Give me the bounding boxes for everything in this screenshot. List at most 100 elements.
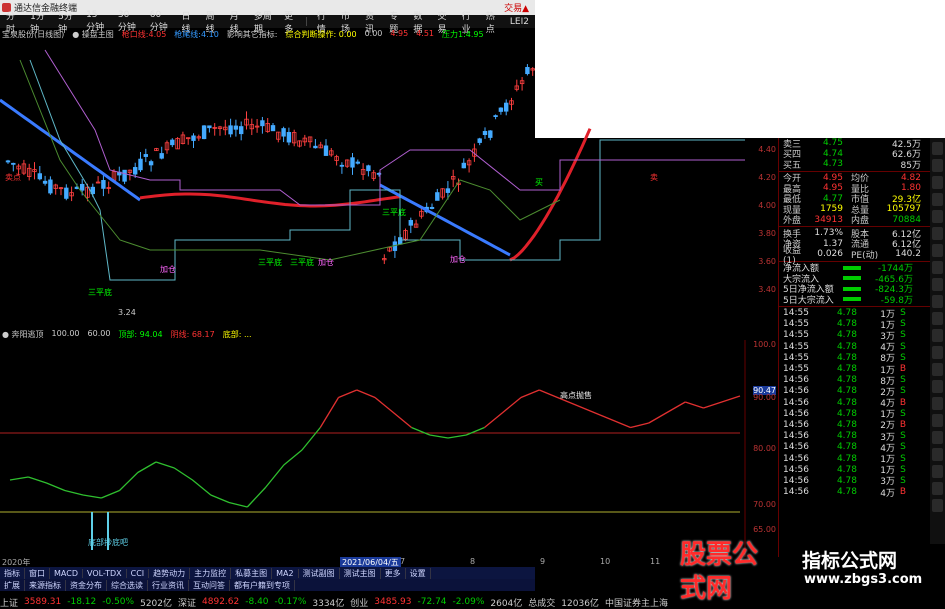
tick-price: 4.78 (836, 487, 857, 498)
tab[interactable]: VOL-TDX (83, 568, 127, 578)
candle-body (355, 161, 360, 164)
toolbar-button[interactable] (932, 227, 943, 240)
flow-bar (843, 265, 861, 270)
tab[interactable]: 测试副图 (299, 567, 340, 579)
toolbar-button[interactable] (932, 431, 943, 444)
quote-row: 收益(1) 0.026 PE(动) 140.2 (779, 246, 930, 266)
quote-value: 4.73 (822, 159, 843, 170)
candle-body (281, 128, 286, 137)
toolbar-button[interactable] (932, 482, 943, 495)
toolbar-button[interactable] (932, 465, 943, 478)
indicator-value: 0.00 (364, 29, 383, 38)
toolbar-button[interactable] (932, 176, 943, 189)
tick-price: 4.78 (836, 397, 857, 408)
candle-body (498, 107, 504, 112)
toolbar-button[interactable] (932, 261, 943, 274)
toolbar-button[interactable] (932, 346, 943, 359)
tab[interactable]: 行业资讯 (148, 579, 189, 591)
trade-button[interactable]: 交易▲ (504, 1, 535, 14)
tab[interactable]: 设置 (406, 567, 431, 579)
chart-annotation: 三平底 (382, 207, 406, 217)
tab[interactable]: MA2 (272, 568, 299, 578)
candle-body (366, 165, 371, 172)
tab[interactable]: 都有户籍到专项 (230, 579, 295, 591)
toolbar-button[interactable] (932, 448, 943, 461)
tick-price: 4.78 (836, 442, 857, 453)
tick-side: B (899, 397, 907, 408)
tick-row: 14:56 4.78 4万 B (779, 397, 930, 410)
extension-tabs: 扩展 来源指标 资金分布 综合选读 行业资讯 互动问答 都有户籍到专项 (0, 579, 535, 591)
tick-side: S (900, 475, 906, 486)
axis-tick: 80.00 (753, 444, 776, 453)
tab[interactable]: CCI (127, 568, 150, 578)
candle-body (525, 67, 530, 75)
status-value: 4892.62 (202, 597, 240, 607)
axis-tick: 3.80 (758, 229, 776, 238)
status-value: 2604亿 (490, 598, 523, 609)
toolbar-button[interactable] (932, 380, 943, 393)
tab[interactable]: MACD (50, 568, 83, 578)
tab[interactable]: 指标 (0, 567, 25, 579)
toolbar-button[interactable] (932, 193, 943, 206)
candle-body (37, 173, 42, 180)
quote-value: 85万 (900, 160, 921, 171)
toolbar-button[interactable] (932, 244, 943, 257)
toolbar-button[interactable] (932, 210, 943, 223)
tab[interactable]: 来源指标 (25, 579, 66, 591)
tab[interactable]: 趋势动力 (149, 567, 191, 579)
bottom-label: 底部抄底吧 (88, 537, 128, 547)
toolbar-button[interactable] (932, 312, 943, 325)
candle-body (477, 138, 482, 143)
quote-panel: 卖三 4.75 42.5万 买四 4.74 62.6万 买五 4.73 85万 今开 4.95 均价 4… (778, 138, 930, 557)
menu-item[interactable]: LEI2 (504, 17, 535, 27)
tab[interactable]: 扩展 (0, 579, 25, 591)
tab[interactable]: 互动问答 (189, 579, 230, 591)
candle-body (170, 139, 175, 146)
index-status-bar: 上证 3589.31 -18.12 -0.50% 5202亿 深证 4892.62 -8.40… (0, 595, 945, 609)
toolbar-button[interactable] (932, 363, 943, 376)
toolbar-button[interactable] (932, 278, 943, 291)
tab[interactable]: 综合选读 (107, 579, 148, 591)
status-value: -0.50% (102, 597, 135, 607)
tab[interactable]: 测试主图 (340, 567, 381, 579)
candle-body (228, 125, 233, 135)
tick-time: 14:56 (783, 453, 809, 464)
toolbar-button[interactable] (932, 397, 943, 410)
toolbar-button[interactable] (932, 329, 943, 342)
tick-side: S (900, 453, 906, 464)
tick-time: 14:56 (783, 442, 809, 453)
tick-row: 14:56 4.78 2万 S (779, 386, 930, 398)
tab[interactable]: 更多 (381, 567, 406, 579)
candle-body (101, 180, 106, 189)
candle-body (201, 125, 207, 140)
candle-body (191, 135, 196, 141)
indicator-value: ● 奔阳逃顶 (2, 330, 44, 339)
candle-body (408, 220, 413, 226)
tick-price: 4.78 (836, 308, 857, 319)
oscillator-chart[interactable]: 高点抛售底部抄底吧 (0, 340, 755, 557)
tick-row: 14:56 4.78 8万 S (779, 375, 930, 387)
indicator-value: 4.95 (390, 29, 409, 38)
indicator-value: 宝泉股份(日线图) (2, 30, 65, 39)
quote-row: 买五 4.73 85万 (779, 159, 930, 171)
toolbar-button[interactable] (932, 142, 943, 155)
tick-row: 14:56 4.78 1万 S (779, 408, 930, 421)
toolbar-button[interactable] (932, 159, 943, 172)
tab[interactable]: 资金分布 (66, 579, 107, 591)
axis-tick: 4.00 (758, 201, 776, 210)
tab[interactable]: 私募主图 (231, 567, 273, 579)
oscillator-line (9, 426, 485, 508)
toolbar-button[interactable] (932, 414, 943, 427)
candlestick-chart[interactable]: 卖点三平底3.24加仓三平底 三平底 加仓三平底加仓买卖 (0, 40, 755, 330)
candle-body (260, 120, 265, 127)
candle-body (233, 125, 239, 130)
chart-annotation: 三平底 (290, 257, 314, 267)
candle-body (122, 169, 127, 182)
tab[interactable]: 主力监控 (190, 567, 232, 579)
toolbar-button[interactable] (932, 499, 943, 512)
tick-time: 14:55 (783, 352, 809, 363)
candle-body (207, 125, 212, 129)
price-axis: 4.40 4.20 4.00 3.80 3.60 3.40 (755, 130, 778, 330)
toolbar-button[interactable] (932, 295, 943, 308)
tab[interactable]: 窗口 (25, 567, 50, 579)
